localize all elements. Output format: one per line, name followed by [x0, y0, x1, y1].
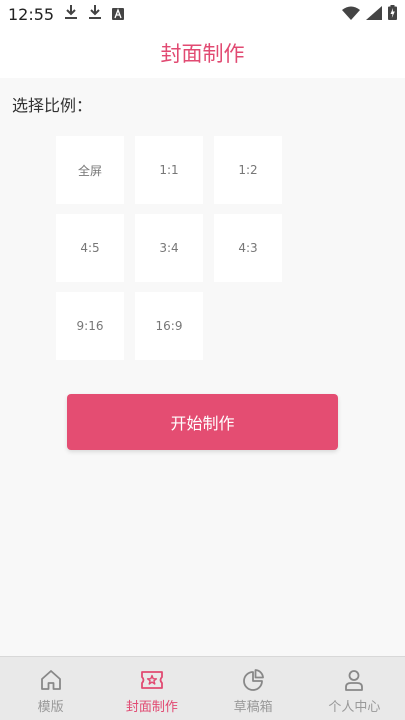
download-icon [64, 4, 78, 24]
tab-profile[interactable]: 个人中心 [304, 657, 405, 720]
battery-charging-icon [388, 4, 397, 24]
header: 封面制作 [0, 28, 405, 78]
tab-label: 草稿箱 [233, 700, 273, 715]
wifi-icon [342, 5, 360, 24]
status-icons-left [64, 4, 125, 24]
ratio-option-4-3[interactable]: 4:3 [214, 214, 282, 282]
ratio-option-9-16[interactable]: 9:16 [56, 292, 124, 360]
tab-drafts[interactable]: 草稿箱 [203, 657, 304, 720]
ratio-label: 4:5 [80, 241, 100, 255]
section-label: 选择比例： [12, 96, 93, 115]
ratio-label: 1:1 [159, 163, 179, 177]
ratio-option-fullscreen[interactable]: 全屏 [56, 136, 124, 204]
app-notification-icon [112, 5, 125, 24]
ratio-option-16-9[interactable]: 16:9 [135, 292, 203, 360]
pie-chart-icon [240, 667, 266, 693]
ratio-label: 1:2 [238, 163, 258, 177]
main-content: 选择比例： 全屏 1:1 1:2 4:5 3:4 4:3 9:16 16:9 开… [0, 78, 405, 656]
tab-label: 个人中心 [328, 700, 381, 715]
status-bar: 12:55 [0, 0, 405, 28]
ratio-label: 全屏 [77, 163, 102, 178]
signal-icon [366, 5, 382, 24]
status-icons-right [342, 4, 397, 24]
download-icon [88, 4, 102, 24]
user-icon [341, 667, 367, 693]
home-icon [38, 667, 64, 693]
ratio-label: 4:3 [238, 241, 258, 255]
bottom-tab-bar: 模版 封面制作 草稿箱 个人中心 [0, 656, 405, 720]
ratio-option-4-5[interactable]: 4:5 [56, 214, 124, 282]
ticket-icon [139, 667, 165, 693]
ratio-option-1-2[interactable]: 1:2 [214, 136, 282, 204]
status-time: 12:55 [8, 4, 55, 24]
ratio-option-3-4[interactable]: 3:4 [135, 214, 203, 282]
ratio-label: 9:16 [76, 319, 104, 333]
tab-templates[interactable]: 模版 [0, 657, 101, 720]
tab-cover-making[interactable]: 封面制作 [101, 657, 202, 720]
tab-label: 封面制作 [125, 700, 178, 715]
ratio-label: 3:4 [159, 241, 179, 255]
ratio-option-1-1[interactable]: 1:1 [135, 136, 203, 204]
page-title: 封面制作 [160, 42, 245, 66]
ratio-label: 16:9 [155, 319, 183, 333]
start-making-button[interactable]: 开始制作 [67, 394, 338, 450]
tab-label: 模版 [37, 700, 64, 715]
